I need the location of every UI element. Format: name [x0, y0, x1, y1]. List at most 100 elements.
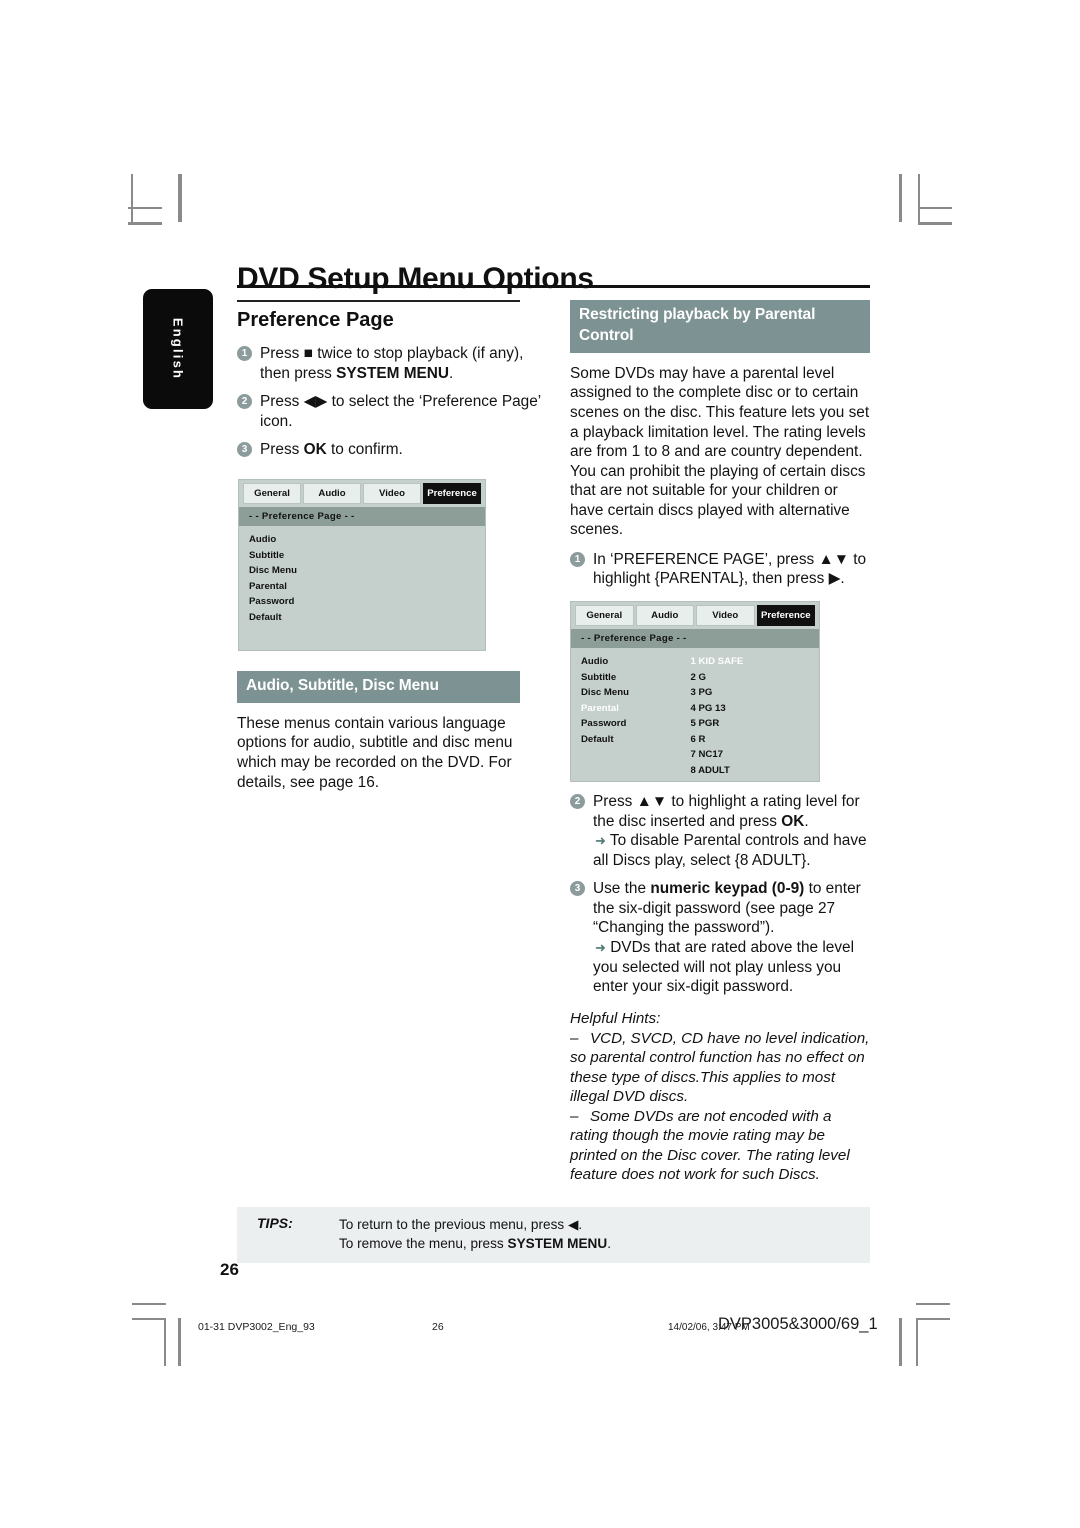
language-tab: English	[143, 289, 213, 409]
osd-item-list: Audio Subtitle Disc Menu Parental Passwo…	[571, 654, 690, 778]
tips-label: TIPS:	[257, 1215, 293, 1231]
step-number: 2	[570, 794, 585, 809]
step-text: In ‘PREFERENCE PAGE’, press ▲▼ to highli…	[593, 550, 867, 588]
system-menu-key: SYSTEM MENU	[336, 364, 450, 382]
helpful-hint-item: – Some DVDs are not encoded with a rating…	[570, 1107, 870, 1184]
helpful-hint-item: – VCD, SVCD, CD have no level indication,…	[570, 1029, 870, 1106]
osd-rating-3-pg[interactable]: 3 PG	[690, 685, 819, 701]
audio-subtitle-disc-menu-section: Audio, Subtitle, Disc Menu These menus c…	[237, 671, 542, 802]
osd-preference-page-screenshot: General Audio Video Preference - - Prefe…	[238, 479, 486, 651]
osd-rating-7-nc17[interactable]: 7 NC17	[690, 747, 819, 763]
numeric-keypad-key: numeric keypad (0-9)	[650, 880, 805, 898]
left-column: Preference Page 1 Press ■ twice to stop …	[237, 300, 542, 469]
crop-mark-top-left-bar	[128, 222, 162, 225]
helpful-hints: Helpful Hints: – VCD, SVCD, CD have no le…	[570, 1009, 870, 1185]
left-right-arrow-icon: ◀▶	[303, 393, 328, 411]
tips-line-1-suffix: .	[578, 1217, 583, 1232]
right-arrow-icon: ▶	[828, 570, 841, 588]
tips-line-1: To return to the previous menu, press ◀.	[339, 1215, 611, 1234]
right-arrow-note-icon: ➜	[595, 939, 606, 955]
title-rule	[237, 285, 870, 288]
crop-mark-top-right-rule	[899, 174, 902, 222]
footer-filename: 01-31 DVP3002_Eng_93	[198, 1321, 315, 1333]
osd-rating-4-pg13[interactable]: 4 PG 13	[690, 701, 819, 717]
tips-band: TIPS: To return to the previous menu, pr…	[237, 1207, 870, 1263]
osd-tab-video[interactable]: Video	[363, 483, 421, 504]
up-down-arrow-icon: ▲▼	[818, 550, 849, 568]
audio-subtitle-heading: Audio, Subtitle, Disc Menu	[237, 671, 520, 703]
footer-page-number: 26	[432, 1321, 444, 1333]
step-text: Press ▲▼ to highlight a rating level for…	[593, 793, 867, 869]
step-note: ➜ To disable Parental controls and have …	[593, 832, 867, 869]
osd-tab-video[interactable]: Video	[696, 605, 755, 626]
osd-tab-audio[interactable]: Audio	[303, 483, 361, 504]
audio-subtitle-body: These menus contain various language opt…	[237, 714, 513, 791]
crop-mark-top-right-horizontal	[918, 207, 952, 209]
crop-mark-top-left-rule	[178, 174, 182, 222]
step-number: 2	[237, 394, 252, 410]
osd-item-disc-menu[interactable]: Disc Menu	[581, 685, 690, 701]
dash-bullet: –	[570, 1108, 579, 1126]
osd-tab-preference[interactable]: Preference	[756, 605, 815, 626]
step-note-text: To disable Parental controls and have al…	[593, 832, 867, 869]
osd-body: Audio Subtitle Disc Menu Parental Passwo…	[571, 648, 819, 788]
osd-parental-rating-screenshot: General Audio Video Preference - - Prefe…	[570, 601, 820, 782]
step-number: 3	[237, 442, 252, 458]
osd-tab-general[interactable]: General	[243, 483, 301, 504]
language-tab-label: English	[170, 317, 186, 381]
crop-mark-top-right-vertical	[918, 174, 920, 222]
osd-tab-bar: General Audio Video Preference	[571, 602, 819, 626]
crop-mark-top-left-vertical	[131, 174, 133, 222]
right-column-continued: 2 Press ▲▼ to highlight a rating level f…	[570, 792, 870, 1185]
osd-item-subtitle[interactable]: Subtitle	[581, 670, 690, 686]
stop-icon: ■	[303, 345, 313, 362]
list-item: 2 Press ▲▼ to highlight a rating level f…	[570, 792, 870, 870]
osd-item-disc-menu[interactable]: Disc Menu	[249, 563, 358, 579]
osd-tab-general[interactable]: General	[575, 605, 634, 626]
osd-subheading: - - Preference Page - -	[571, 629, 819, 648]
osd-tab-audio[interactable]: Audio	[635, 605, 694, 626]
tips-line-1-text: To return to the previous menu, press	[339, 1217, 568, 1232]
osd-subheading: - - Preference Page - -	[239, 507, 485, 526]
osd-rating-6-r[interactable]: 6 R	[690, 732, 819, 748]
osd-item-parental[interactable]: Parental	[249, 579, 358, 595]
page-number: 26	[220, 1260, 239, 1279]
osd-item-subtitle[interactable]: Subtitle	[249, 548, 358, 564]
step-text: Press OK to confirm.	[260, 441, 403, 459]
osd-value-list	[358, 532, 485, 625]
osd-rating-8-adult[interactable]: 8 ADULT	[690, 763, 819, 779]
step-text: Press ■ twice to stop playback (if any),…	[260, 345, 524, 382]
step-text: Press ◀▶ to select the ‘Preference Page’…	[260, 393, 541, 430]
list-item: 3 Use the numeric keypad (0-9) to enter …	[570, 879, 870, 996]
osd-item-default[interactable]: Default	[581, 732, 690, 748]
crop-mark-bottom-left-bar	[132, 1303, 166, 1305]
ok-key: OK	[303, 441, 327, 459]
osd-rating-list: 1 KID SAFE 2 G 3 PG 4 PG 13 5 PGR 6 R 7 …	[690, 654, 819, 778]
tips-line-2-suffix: .	[607, 1236, 611, 1252]
osd-item-default[interactable]: Default	[249, 610, 358, 626]
osd-tab-bar: General Audio Video Preference	[239, 480, 485, 504]
manual-page: DVD Setup Menu Options English Preferenc…	[140, 230, 870, 1290]
osd-rating-1-kid-safe[interactable]: 1 KID SAFE	[690, 654, 819, 670]
crop-mark-top-left-horizontal	[128, 207, 162, 209]
osd-rating-2-g[interactable]: 2 G	[690, 670, 819, 686]
osd-item-list: Audio Subtitle Disc Menu Parental Passwo…	[239, 532, 358, 625]
print-footer: 01-31 DVP3002_Eng_93 26 14/02/06, 3:47 P…	[0, 1311, 1080, 1351]
osd-item-password[interactable]: Password	[249, 594, 358, 610]
left-arrow-icon: ◀	[567, 1217, 579, 1232]
preference-steps-list: 1 Press ■ twice to stop playback (if any…	[237, 344, 542, 460]
osd-item-audio[interactable]: Audio	[581, 654, 690, 670]
preference-section-rule	[237, 300, 520, 302]
osd-item-audio[interactable]: Audio	[249, 532, 358, 548]
tips-lines: To return to the previous menu, press ◀.…	[339, 1215, 611, 1254]
list-item: 1 Press ■ twice to stop playback (if any…	[237, 344, 542, 383]
tips-line-2-text: To remove the menu, press	[339, 1236, 508, 1252]
osd-item-parental[interactable]: Parental	[581, 701, 690, 717]
step-note: ➜ DVDs that are rated above the level yo…	[593, 939, 854, 995]
osd-tab-preference[interactable]: Preference	[423, 483, 481, 504]
list-item: 1 In ‘PREFERENCE PAGE’, press ▲▼ to high…	[570, 550, 870, 589]
osd-item-password[interactable]: Password	[581, 716, 690, 732]
parental-control-intro: Some DVDs may have a parental level assi…	[570, 364, 870, 539]
list-item: 2 Press ◀▶ to select the ‘Preference Pag…	[237, 392, 542, 431]
osd-rating-5-pgr[interactable]: 5 PGR	[690, 716, 819, 732]
